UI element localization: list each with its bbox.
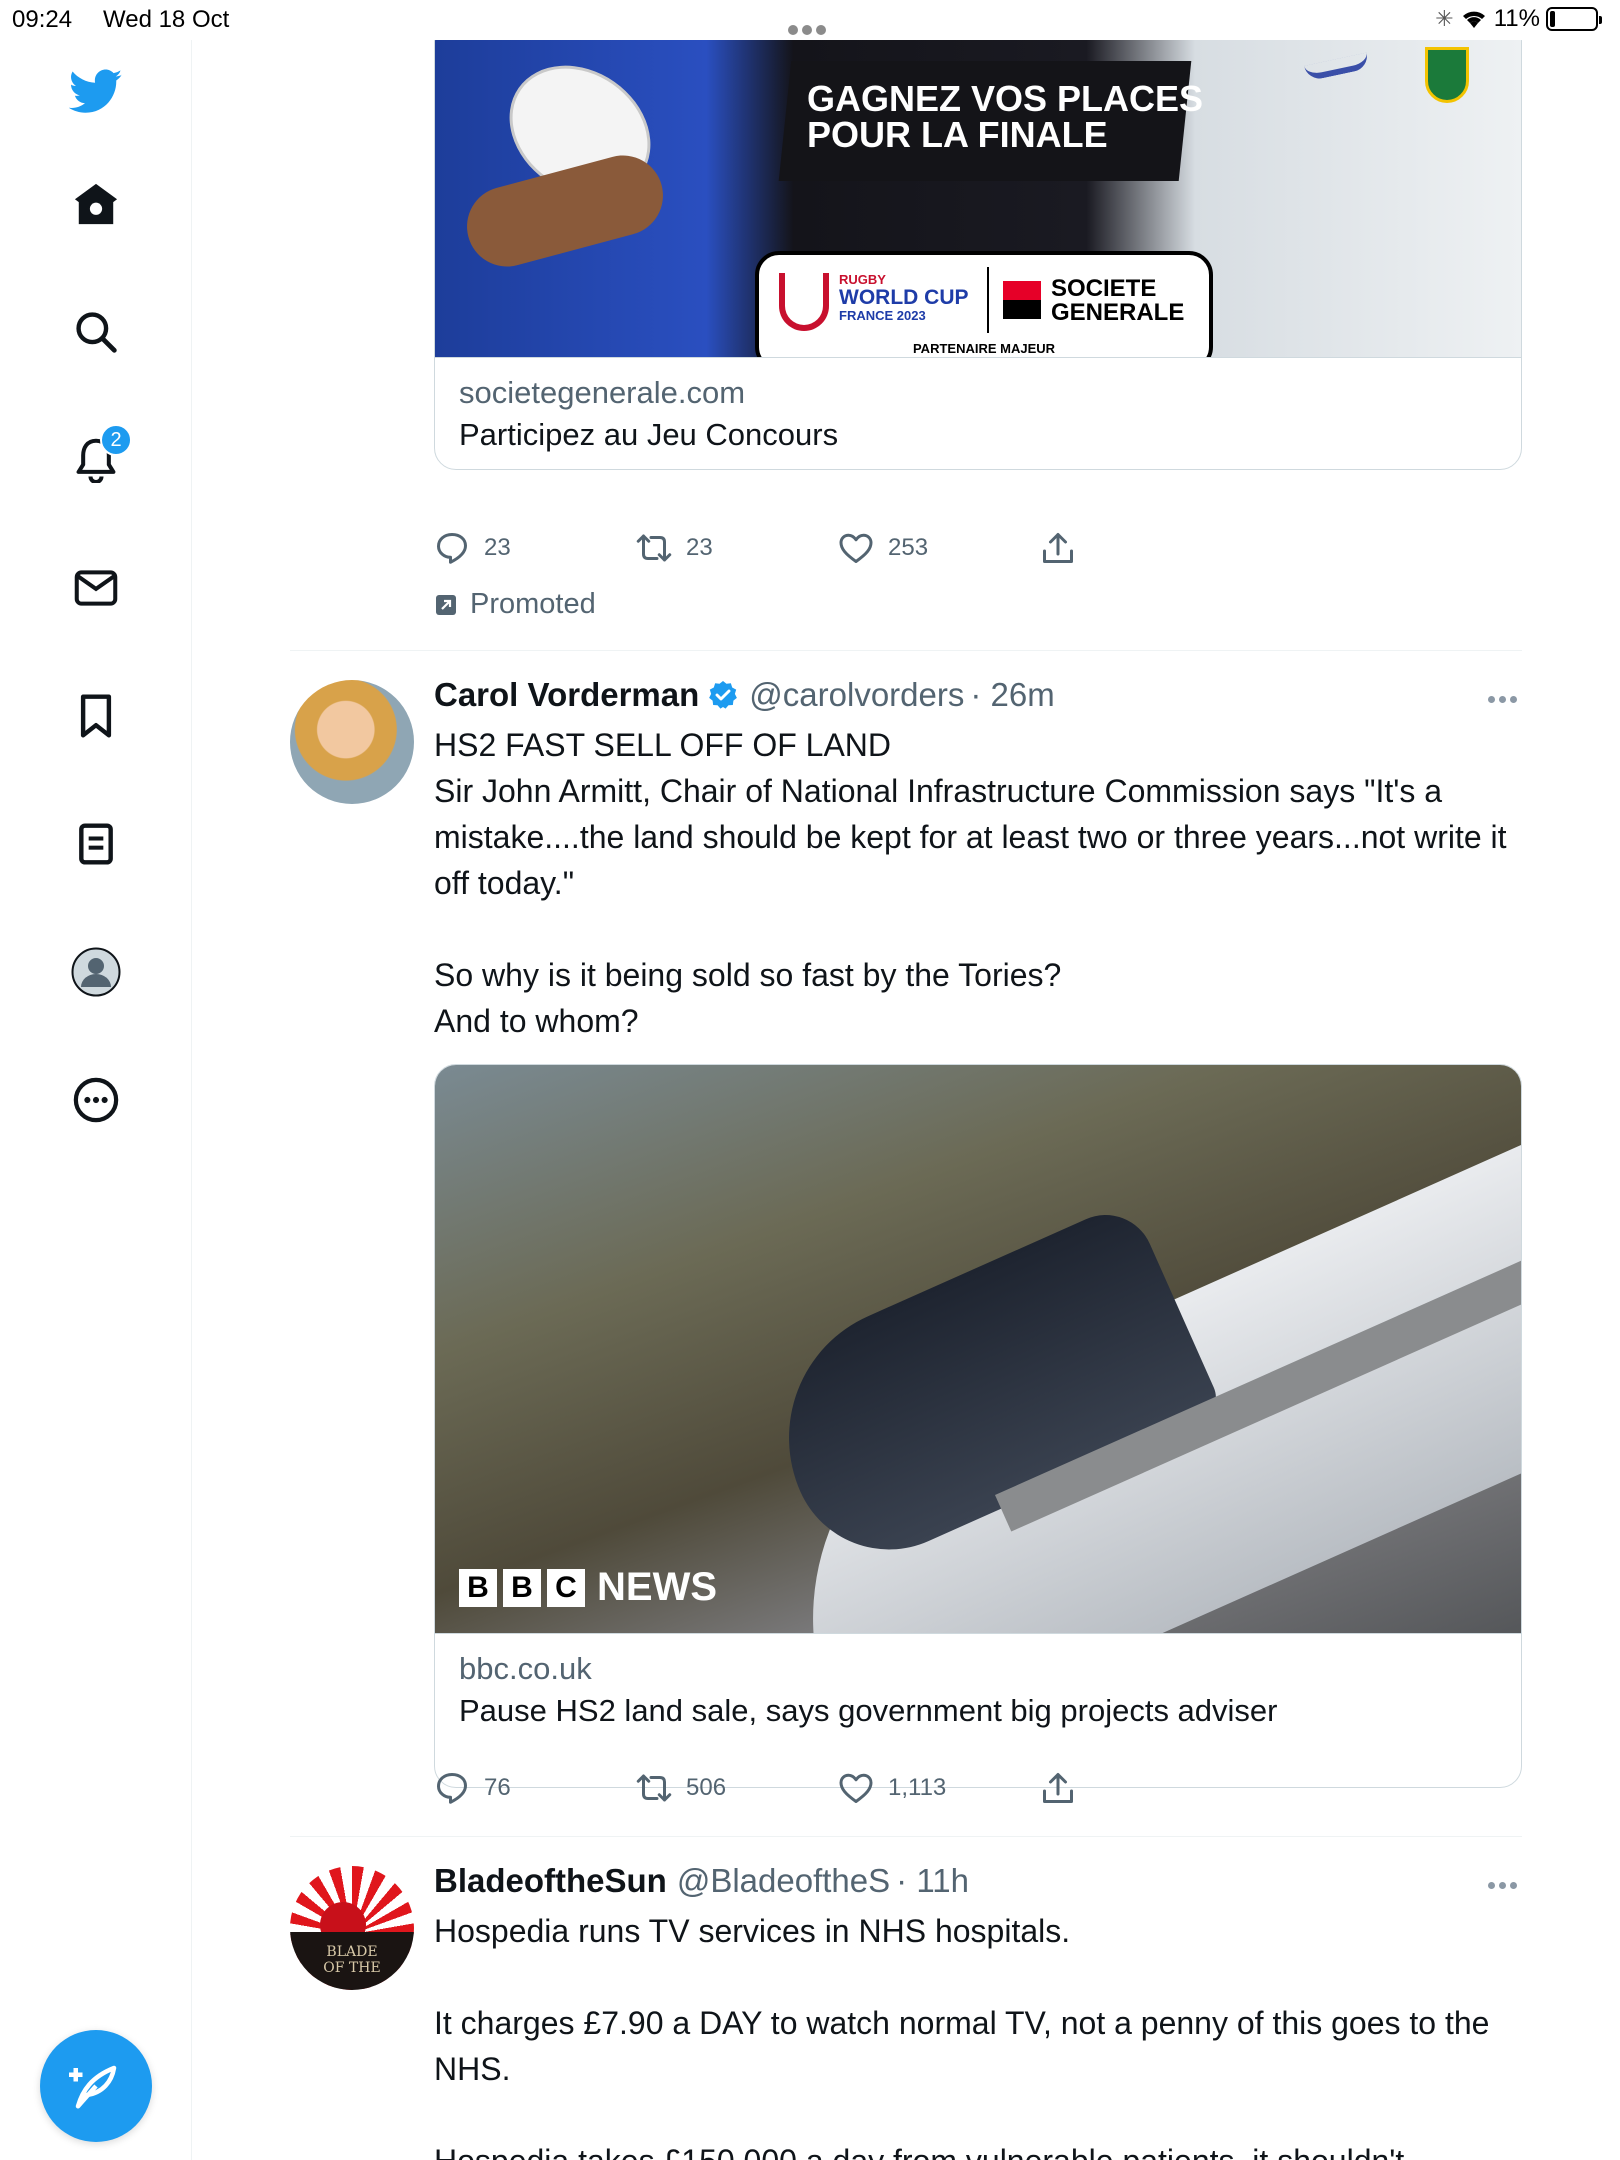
tweet2-time[interactable]: · 11h	[896, 1862, 969, 1900]
battery-icon	[1546, 7, 1602, 31]
share-button[interactable]	[1040, 1770, 1242, 1806]
heart-icon	[839, 1773, 873, 1803]
more-options-icon[interactable]	[64, 1068, 128, 1132]
home-icon[interactable]	[64, 172, 128, 236]
nike-swoosh-icon	[1304, 52, 1370, 82]
profile-avatar-icon[interactable]	[64, 940, 128, 1004]
tweet2-header: BladeoftheSun @BladeoftheS · 11h	[434, 1862, 969, 1900]
multitasking-dots-icon[interactable]	[788, 14, 834, 35]
like-count: 253	[888, 534, 929, 561]
tweet1-author-name[interactable]: Carol Vorderman	[434, 676, 699, 714]
promo-banner-image: GAGNEZ VOS PLACES POUR LA FINALE RUGBY W…	[435, 40, 1521, 357]
status-time: 09:24	[12, 6, 73, 33]
rugby-logo-line2: WORLD CUP	[839, 286, 969, 309]
reply-count: 76	[484, 1774, 511, 1801]
wifi-icon	[1462, 11, 1485, 28]
twitter-logo-icon[interactable]	[64, 60, 128, 124]
rugby-logo-line3: FRANCE 2023	[839, 308, 926, 323]
tweet2-author-name[interactable]: BladeoftheSun	[434, 1862, 667, 1900]
sponsor-line1: SOCIETE	[1051, 275, 1157, 302]
sponsor-line2: GENERALE	[1051, 299, 1185, 326]
tweet1-time[interactable]: · 26m	[970, 676, 1054, 714]
sidebar: 2	[0, 40, 192, 2160]
tweet1-actions: 76 506 1,113	[434, 1770, 1242, 1806]
messages-mail-icon[interactable]	[64, 556, 128, 620]
tweet1-header: Carol Vorderman @carolvorders · 26m	[434, 676, 1055, 714]
timeline[interactable]: GAGNEZ VOS PLACES POUR LA FINALE RUGBY W…	[192, 40, 1620, 2160]
promo-card-title[interactable]: Participez au Jeu Concours	[459, 414, 1497, 456]
like-button[interactable]: 1,113	[838, 1770, 1040, 1806]
tweet-separator	[290, 1836, 1522, 1837]
verified-badge-icon	[709, 681, 738, 709]
tweet-separator	[290, 650, 1522, 651]
bookmarks-icon[interactable]	[64, 684, 128, 748]
battery-fill	[1550, 11, 1555, 27]
retweet-icon	[636, 1774, 672, 1802]
tweet2-text: Hospedia runs TV services in NHS hospita…	[434, 1913, 1490, 2160]
share-icon	[1043, 533, 1073, 563]
promo-headline-line1: GAGNEZ VOS PLACES	[807, 78, 1204, 119]
reply-button[interactable]: 76	[434, 1770, 636, 1806]
tweet1-card-domain[interactable]: bbc.co.uk	[459, 1648, 1497, 1690]
share-icon	[1043, 1773, 1073, 1803]
promo-card-domain[interactable]: societegenerale.com	[459, 372, 1497, 414]
activity-spinner-icon: ✳	[1435, 6, 1454, 31]
avatar-text-2: OF THE	[323, 1960, 381, 1976]
tweet1-text: HS2 FAST SELL OFF OF LAND Sir John Armit…	[434, 727, 1507, 1039]
like-button[interactable]: 253	[838, 530, 1040, 566]
bbc-letter-1: B	[459, 1568, 497, 1607]
promoted-label: Promoted	[434, 588, 596, 621]
tweet1-handle[interactable]: @carolvorders	[749, 676, 964, 714]
share-button[interactable]	[1040, 530, 1242, 566]
tweet1-more-options-icon[interactable]	[1488, 696, 1522, 706]
bbc-letter-3: C	[547, 1568, 585, 1607]
bbc-news-watermark: B B C NEWS	[459, 1565, 717, 1610]
status-date: Wed 18 Oct	[103, 6, 230, 33]
bbc-letter-2: B	[503, 1568, 541, 1607]
promo-logo-box: RUGBY WORLD CUP FRANCE 2023 SOCIETE GENE…	[755, 251, 1213, 357]
bbc-news-word: NEWS	[597, 1565, 717, 1609]
tweet2-more-options-icon[interactable]	[1488, 1882, 1522, 1892]
retweet-button[interactable]: 506	[636, 1770, 838, 1806]
notifications-badge: 2	[100, 424, 132, 456]
logo-divider	[987, 267, 989, 333]
compose-feather-icon	[69, 2065, 117, 2109]
retweet-button[interactable]: 23	[636, 530, 838, 566]
partner-label: PARTENAIRE MAJEUR	[912, 341, 1056, 356]
promoted-arrow-icon	[436, 594, 456, 615]
promoted-text: Promoted	[470, 588, 596, 620]
societe-generale-logo-icon	[1003, 281, 1041, 319]
like-count: 1,113	[888, 1774, 947, 1801]
lists-icon[interactable]	[64, 812, 128, 876]
battery-percentage: 11%	[1493, 5, 1540, 32]
tweet1-link-card[interactable]: B B C NEWS bbc.co.uk Pause HS2 land sale…	[434, 1064, 1522, 1788]
reply-button[interactable]: 23	[434, 530, 636, 566]
hs2-train-image: B B C NEWS	[435, 1065, 1521, 1633]
springbok-badge-icon	[1425, 47, 1469, 103]
notifications-bell-icon[interactable]: 2	[64, 424, 132, 492]
retweet-icon	[636, 534, 672, 562]
reply-icon	[437, 1773, 467, 1804]
tweet2-handle[interactable]: @BladeoftheS	[677, 1862, 890, 1900]
search-icon[interactable]	[64, 300, 128, 364]
carol-vorderman-avatar[interactable]	[290, 680, 414, 804]
promo-headline-line2: POUR LA FINALE	[807, 114, 1108, 155]
heart-icon	[839, 533, 873, 563]
compose-tweet-button[interactable]	[40, 2030, 152, 2142]
avatar-text-1: BLADE	[326, 1944, 378, 1960]
rugby-world-cup-logo-icon	[779, 273, 829, 331]
promo-tweet-actions: 23 23 253	[434, 530, 1242, 566]
reply-count: 23	[484, 534, 511, 561]
retweet-count: 506	[686, 1774, 727, 1801]
reply-icon	[437, 533, 467, 564]
bladeofthesun-avatar[interactable]: BLADE OF THE	[290, 1866, 414, 1990]
promo-link-card[interactable]: GAGNEZ VOS PLACES POUR LA FINALE RUGBY W…	[434, 40, 1522, 470]
status-bar: 09:24 Wed 18 Oct ✳ 11%	[0, 0, 1620, 40]
status-indicators: ✳ 11%	[1435, 5, 1602, 33]
tweet1-card-title[interactable]: Pause HS2 land sale, says government big…	[459, 1690, 1497, 1732]
retweet-count: 23	[686, 534, 713, 561]
